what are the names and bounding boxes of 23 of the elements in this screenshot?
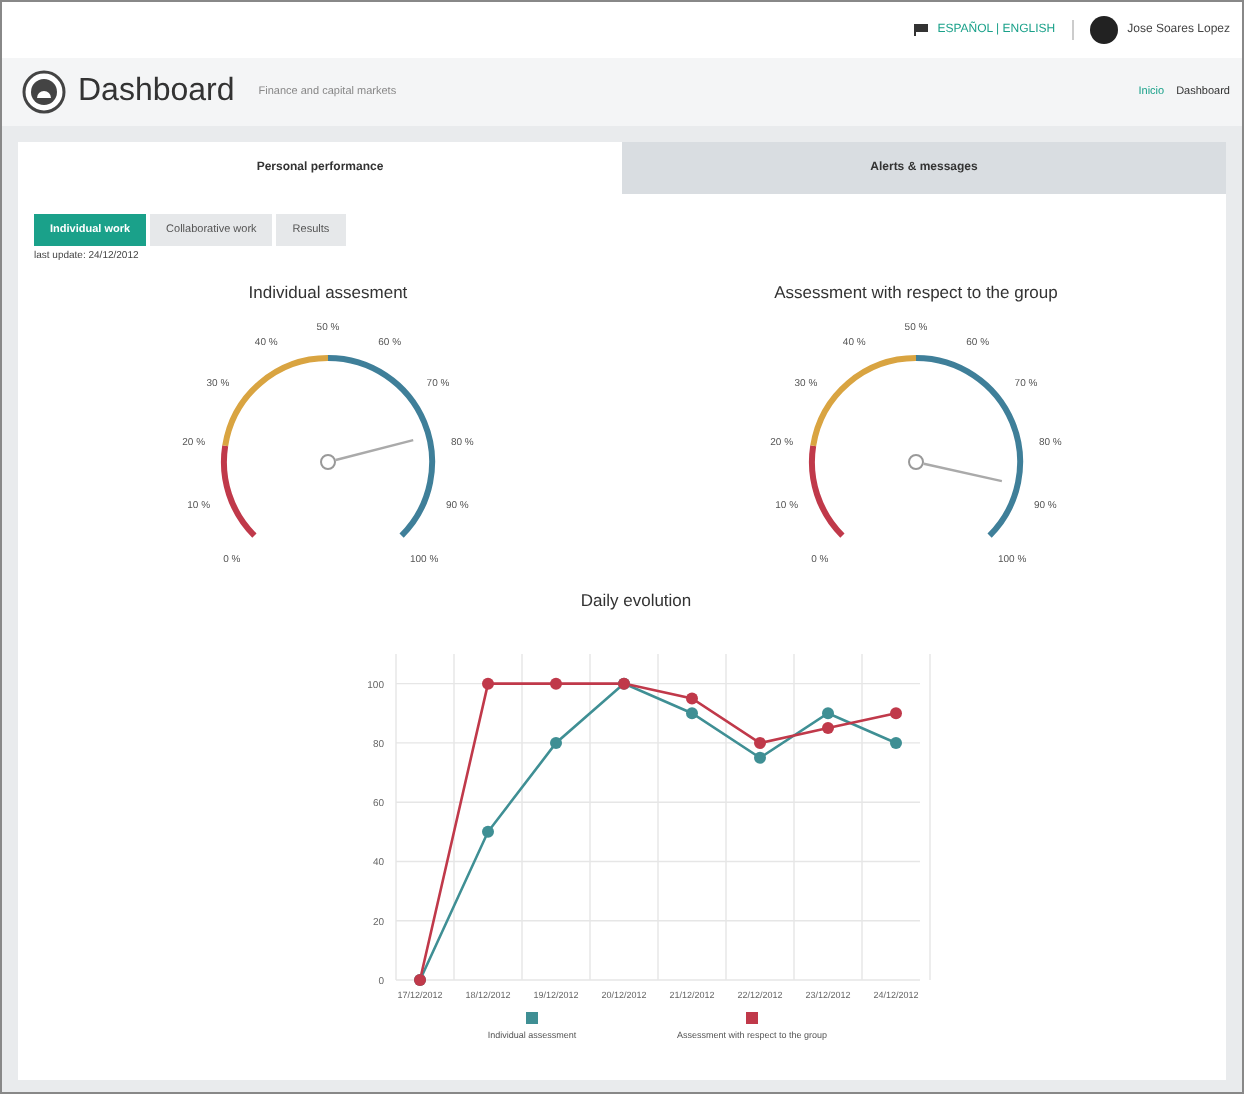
dashboard-icon xyxy=(22,70,66,114)
point xyxy=(754,736,766,749)
flag-icon xyxy=(913,24,928,36)
gauge-needle xyxy=(908,454,1003,483)
legend-swatch xyxy=(746,1012,758,1024)
point xyxy=(550,736,562,749)
point xyxy=(482,677,494,690)
legend-swatch xyxy=(526,1012,538,1024)
point xyxy=(890,736,902,749)
point xyxy=(550,677,562,690)
page-title: Dashboard xyxy=(78,74,235,110)
gauge-needle xyxy=(320,438,414,470)
chart-title: Daily evolution xyxy=(580,590,692,610)
avatar-icon xyxy=(1089,16,1118,44)
point xyxy=(686,707,698,720)
point xyxy=(686,692,698,705)
point xyxy=(822,707,834,720)
gauge-title: Individual assesment xyxy=(248,282,408,302)
point xyxy=(890,707,902,720)
point xyxy=(754,751,766,764)
gauge-title: Assessment with respect to the group xyxy=(774,282,1058,302)
point xyxy=(482,825,494,838)
point xyxy=(822,722,834,735)
